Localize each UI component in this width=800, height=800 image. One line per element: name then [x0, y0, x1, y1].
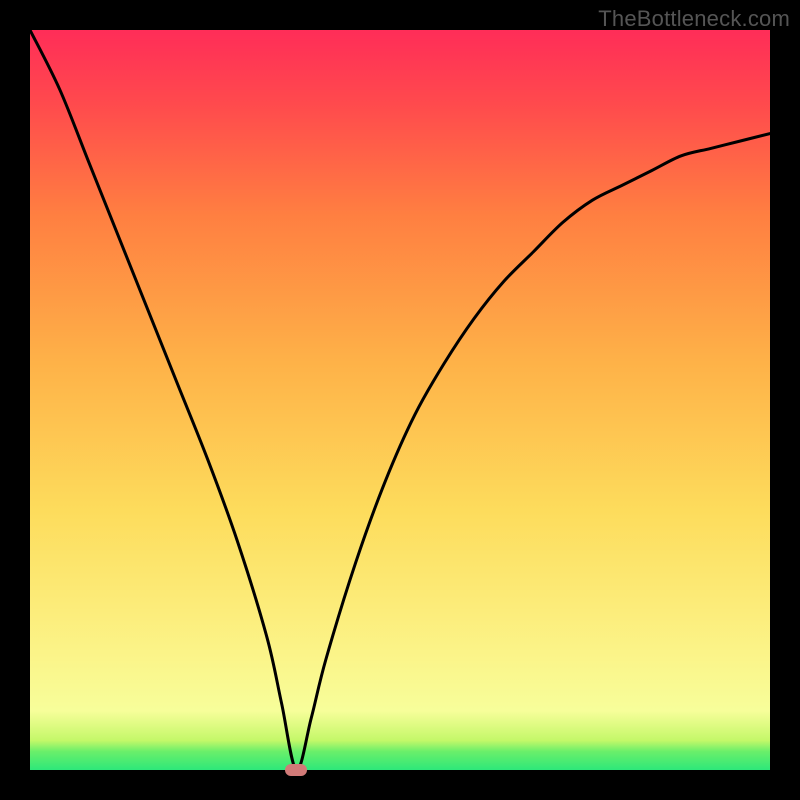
watermark-text: TheBottleneck.com [598, 6, 790, 32]
bottleneck-curve [30, 30, 770, 770]
plot-area [30, 30, 770, 770]
optimal-point-marker [285, 764, 307, 776]
chart-frame: TheBottleneck.com [0, 0, 800, 800]
